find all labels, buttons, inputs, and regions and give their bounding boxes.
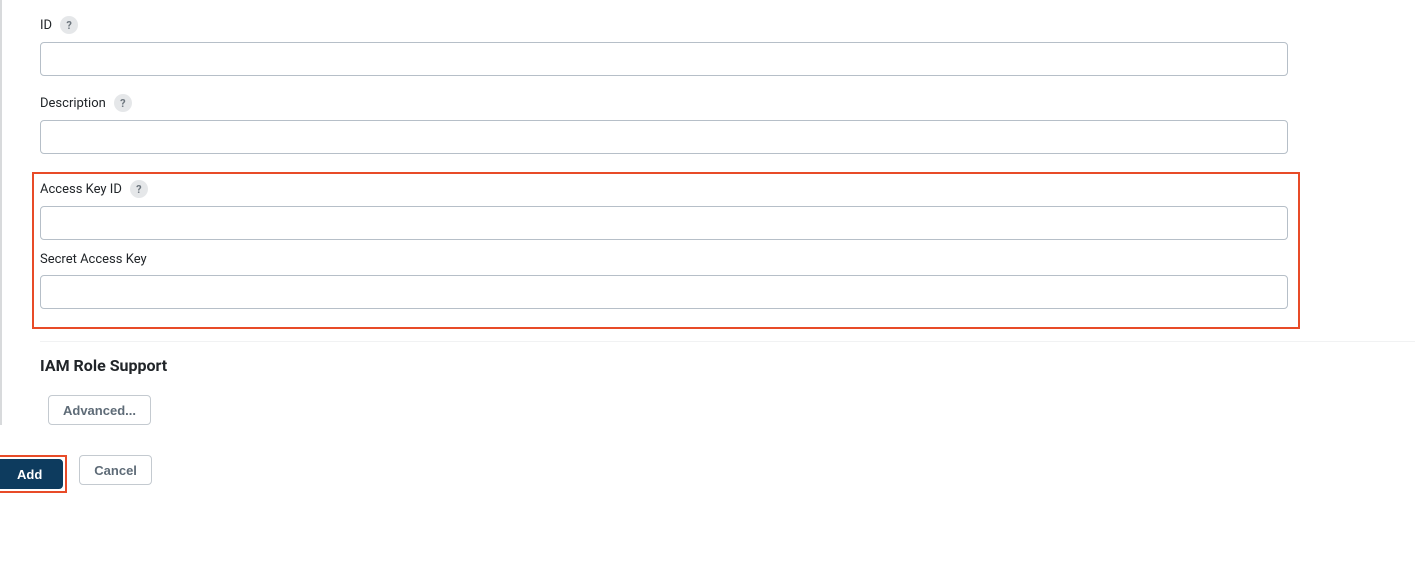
- description-input[interactable]: [40, 120, 1288, 154]
- add-button-highlight: Add: [0, 455, 67, 493]
- add-button[interactable]: Add: [0, 459, 63, 489]
- description-field-group: Description ?: [40, 94, 1415, 154]
- secret-access-key-field-group: Secret Access Key: [40, 252, 1292, 309]
- access-key-id-label: Access Key ID: [40, 182, 122, 197]
- action-row: Add Cancel: [0, 449, 1425, 499]
- secret-access-key-label: Secret Access Key: [40, 252, 147, 267]
- section-divider: [40, 341, 1415, 342]
- id-field-group: ID ?: [40, 16, 1415, 76]
- help-icon[interactable]: ?: [130, 180, 148, 198]
- id-label: ID: [40, 18, 52, 33]
- advanced-button[interactable]: Advanced...: [48, 395, 151, 425]
- credentials-highlight-box: Access Key ID ? Secret Access Key: [32, 172, 1300, 329]
- description-label: Description: [40, 96, 106, 111]
- cancel-button[interactable]: Cancel: [79, 455, 152, 485]
- access-key-id-field-group: Access Key ID ?: [40, 180, 1292, 240]
- help-icon[interactable]: ?: [60, 16, 78, 34]
- access-key-id-input[interactable]: [40, 206, 1288, 240]
- secret-access-key-input[interactable]: [40, 275, 1288, 309]
- help-icon[interactable]: ?: [114, 94, 132, 112]
- iam-role-support-heading: IAM Role Support: [40, 356, 1415, 375]
- id-input[interactable]: [40, 42, 1288, 76]
